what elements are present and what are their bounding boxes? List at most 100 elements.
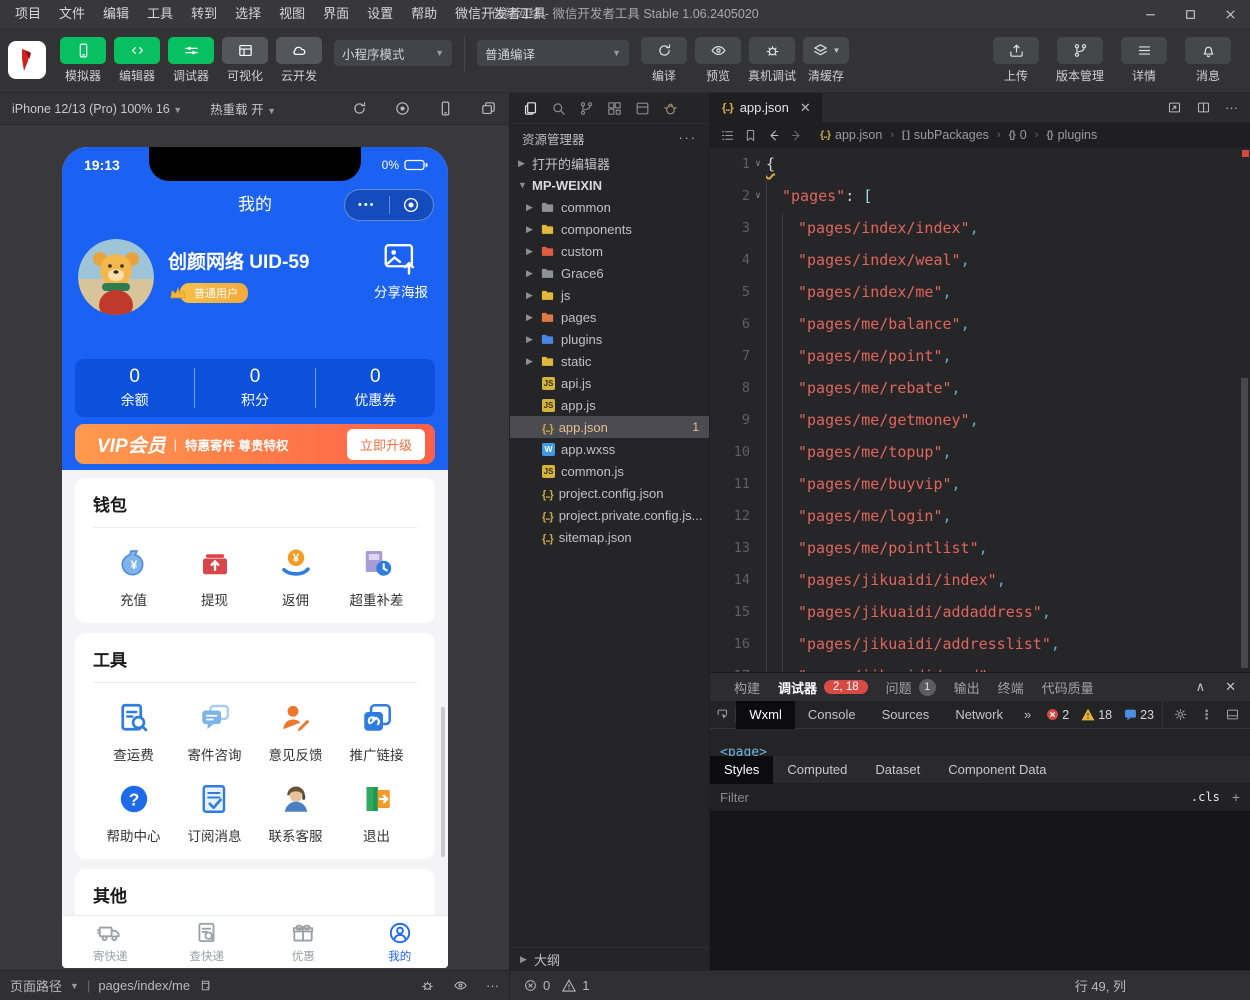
- devtools-tab-Console[interactable]: Console: [795, 701, 869, 729]
- stat-余额[interactable]: 0 余额: [75, 366, 194, 410]
- tab-我的[interactable]: 我的: [352, 916, 449, 968]
- tree-folder-static[interactable]: ▶ static: [510, 350, 709, 372]
- toolbar-action-版本管理[interactable]: 版本管理: [1049, 36, 1111, 84]
- tree-file-app.json[interactable]: {..} app.json 1: [510, 416, 709, 438]
- minimize-button[interactable]: [1130, 0, 1170, 28]
- close-circle-icon[interactable]: [390, 196, 434, 214]
- menu-item-界面[interactable]: 界面: [314, 0, 358, 28]
- hot-reload-select[interactable]: 热重载 开 ▼: [210, 99, 276, 118]
- fold-icon[interactable]: ∨: [750, 159, 766, 169]
- toolbar-action-消息[interactable]: 消息: [1177, 36, 1239, 84]
- tree-open-editors[interactable]: ▶ 打开的编辑器: [510, 152, 709, 174]
- cls-button[interactable]: .cls: [1191, 790, 1220, 804]
- tree-file-project.config.json[interactable]: {..} project.config.json: [510, 482, 709, 504]
- menu-item-工具[interactable]: 工具: [138, 0, 182, 28]
- back-arrow-icon[interactable]: [766, 128, 781, 143]
- menu-item-帮助[interactable]: 帮助: [402, 0, 446, 28]
- more-dots-icon[interactable]: •••: [345, 199, 389, 211]
- info-count[interactable]: 23: [1124, 708, 1154, 722]
- warning-count[interactable]: 18: [1081, 708, 1112, 722]
- warning-count-status[interactable]: 1: [582, 978, 589, 993]
- wxml-tree-clipped[interactable]: <page>: [710, 729, 1250, 756]
- toolbar-mode-调试器[interactable]: 调试器: [165, 36, 217, 84]
- list-icon[interactable]: [720, 128, 735, 143]
- toolbar-action-详情[interactable]: 详情: [1113, 36, 1175, 84]
- grid-item-意见反馈[interactable]: 意见反馈: [255, 683, 336, 764]
- forward-arrow-icon[interactable]: [789, 128, 804, 143]
- menu-item-项目[interactable]: 项目: [6, 0, 50, 28]
- editor-scrollbar[interactable]: [1241, 378, 1248, 668]
- tree-folder-Grace6[interactable]: ▶ Grace6: [510, 262, 709, 284]
- styles-tab-Component Data[interactable]: Component Data: [934, 756, 1060, 784]
- explorer-more-icon[interactable]: ···: [679, 131, 698, 145]
- phone-scrollbar[interactable]: [441, 707, 445, 857]
- grid-item-提现[interactable]: 提现: [174, 528, 255, 609]
- stat-优惠券[interactable]: 0 优惠券: [316, 366, 435, 410]
- styles-tab-Computed[interactable]: Computed: [773, 756, 861, 784]
- toolbar-action-预览[interactable]: 预览: [692, 36, 744, 84]
- dock-panel-icon[interactable]: [1225, 707, 1240, 722]
- toolbar-mode-模拟器[interactable]: 模拟器: [57, 36, 109, 84]
- breadcrumb-item-0[interactable]: {} 0: [1009, 128, 1027, 142]
- share-poster[interactable]: 分享海报: [374, 239, 428, 301]
- debugger-tab-问题[interactable]: 问题 1: [886, 678, 936, 697]
- tree-file-app.wxss[interactable]: Wapp.wxss: [510, 438, 709, 460]
- menu-item-转到[interactable]: 转到: [182, 0, 226, 28]
- menu-item-微信开发者工具[interactable]: 微信开发者工具: [446, 0, 555, 28]
- tree-folder-common[interactable]: ▶ common: [510, 196, 709, 218]
- close-tab-icon[interactable]: ✕: [800, 100, 811, 116]
- refresh-icon[interactable]: [351, 100, 368, 117]
- error-count-status[interactable]: 0: [543, 978, 550, 993]
- debugger-tab-代码质量[interactable]: 代码质量: [1042, 678, 1094, 697]
- grid-item-超重补差[interactable]: 超重补差: [336, 528, 417, 609]
- tab-app-json[interactable]: {..} app.json ✕: [710, 93, 822, 122]
- files-activity-icon[interactable]: [522, 100, 539, 117]
- close-panel-icon[interactable]: ✕: [1225, 679, 1236, 695]
- tab-寄快递[interactable]: 寄快递: [62, 916, 159, 968]
- capsule-menu[interactable]: •••: [344, 189, 434, 221]
- filter-input[interactable]: Filter: [720, 790, 749, 805]
- page-path-label[interactable]: 页面路径: [10, 976, 62, 995]
- code-editor[interactable]: 1 ∨{2 ∨ "pages": [3 "pages/index/index", 4 "pa…: [710, 148, 1250, 672]
- tree-file-api.js[interactable]: JS api.js: [510, 372, 709, 394]
- add-style-icon[interactable]: +: [1232, 789, 1240, 805]
- eye-icon[interactable]: [453, 978, 468, 993]
- breadcrumb-item-app.json[interactable]: {..} app.json: [820, 128, 882, 142]
- menu-item-编辑[interactable]: 编辑: [94, 0, 138, 28]
- split-editor-icon[interactable]: [1196, 100, 1211, 115]
- gear-icon[interactable]: [1173, 707, 1188, 722]
- debugger-tab-调试器[interactable]: 调试器 2, 18: [778, 678, 868, 697]
- breadcrumb-item-plugins[interactable]: {} plugins: [1046, 128, 1097, 142]
- fold-icon[interactable]: ∨: [750, 191, 766, 201]
- close-button[interactable]: [1210, 0, 1250, 28]
- mode-select[interactable]: 小程序模式 ▼: [334, 40, 452, 66]
- devtools-tab-Network[interactable]: Network: [942, 701, 1016, 729]
- stat-积分[interactable]: 0 积分: [195, 366, 314, 410]
- grid-item-查运费[interactable]: 查运费: [93, 683, 174, 764]
- tree-folder-plugins[interactable]: ▶ plugins: [510, 328, 709, 350]
- styles-tab-Dataset[interactable]: Dataset: [861, 756, 934, 784]
- grid-item-返佣[interactable]: ¥ 返佣: [255, 528, 336, 609]
- grid-item-帮助中心[interactable]: ? 帮助中心: [93, 764, 174, 845]
- branch-activity-icon[interactable]: [578, 100, 595, 117]
- menu-item-视图[interactable]: 视图: [270, 0, 314, 28]
- device-select[interactable]: iPhone 12/13 (Pro) 100% 16 ▼: [12, 102, 182, 116]
- grid-item-推广链接[interactable]: 推广链接: [336, 683, 417, 764]
- toolbar-action-编译[interactable]: 编译: [638, 36, 690, 84]
- devtools-overflow-icon[interactable]: »: [1016, 707, 1039, 722]
- grid-item-联系客服[interactable]: 联系客服: [255, 764, 336, 845]
- phone-view-icon[interactable]: [437, 100, 454, 117]
- tree-file-app.js[interactable]: JS app.js: [510, 394, 709, 416]
- toolbar-action-真机调试[interactable]: 真机调试: [746, 36, 798, 84]
- bug-icon[interactable]: [420, 978, 435, 993]
- menu-item-设置[interactable]: 设置: [358, 0, 402, 28]
- search-activity-icon[interactable]: [550, 100, 567, 117]
- tree-file-common.js[interactable]: JS common.js: [510, 460, 709, 482]
- cursor-position[interactable]: 行 49, 列: [1075, 976, 1126, 995]
- upgrade-button[interactable]: 立即升级: [346, 428, 425, 460]
- grid-item-退出[interactable]: 退出: [336, 764, 417, 845]
- inspect-element-icon[interactable]: [710, 707, 737, 722]
- error-count[interactable]: 2: [1046, 708, 1069, 722]
- more-icon[interactable]: ···: [486, 978, 499, 993]
- menu-item-选择[interactable]: 选择: [226, 0, 270, 28]
